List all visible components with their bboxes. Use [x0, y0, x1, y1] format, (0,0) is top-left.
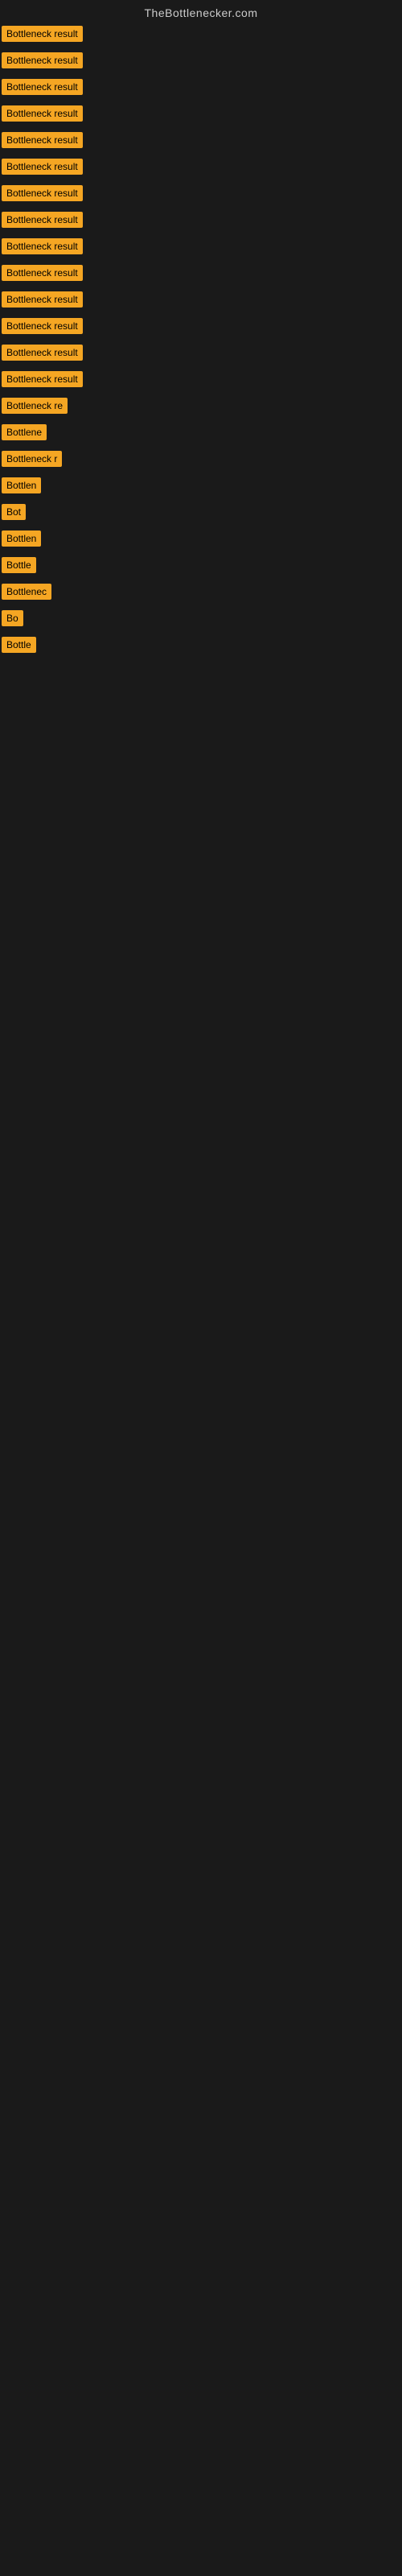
bottleneck-result-label: Bottleneck result	[2, 371, 83, 387]
list-item[interactable]: Bottleneck result	[0, 23, 402, 49]
bottleneck-result-label: Bottlene	[2, 424, 47, 440]
bottleneck-result-label: Bottleneck result	[2, 185, 83, 201]
site-title: TheBottlenecker.com	[144, 6, 257, 19]
bottleneck-result-label: Bottleneck re	[2, 398, 68, 414]
bottleneck-result-label: Bottleneck result	[2, 265, 83, 281]
bottleneck-result-label: Bottleneck result	[2, 159, 83, 175]
site-header: TheBottlenecker.com	[0, 0, 402, 23]
bottleneck-result-label: Bottle	[2, 637, 36, 653]
bottleneck-result-label: Bottleneck result	[2, 291, 83, 308]
bottleneck-result-label: Bottle	[2, 557, 36, 573]
bottleneck-result-label: Bottleneck result	[2, 79, 83, 95]
list-item[interactable]: Bottleneck result	[0, 368, 402, 394]
list-item[interactable]: Bottleneck result	[0, 208, 402, 235]
page-wrapper: TheBottlenecker.com Bottleneck resultBot…	[0, 0, 402, 660]
list-item[interactable]: Bottleneck result	[0, 288, 402, 315]
list-item[interactable]: Bottle	[0, 554, 402, 580]
bottleneck-result-label: Bottleneck r	[2, 451, 62, 467]
list-item[interactable]: Bottleneck result	[0, 341, 402, 368]
bottleneck-result-label: Bottleneck result	[2, 105, 83, 122]
list-item[interactable]: Bo	[0, 607, 402, 634]
list-item[interactable]: Bottlenec	[0, 580, 402, 607]
bottleneck-result-label: Bottleneck result	[2, 52, 83, 68]
bottleneck-result-label: Bottleneck result	[2, 238, 83, 254]
list-item[interactable]: Bottleneck result	[0, 315, 402, 341]
bottleneck-result-label: Bottleneck result	[2, 26, 83, 42]
list-item[interactable]: Bottleneck result	[0, 49, 402, 76]
list-item[interactable]: Bot	[0, 501, 402, 527]
list-item[interactable]: Bottleneck result	[0, 235, 402, 262]
bottleneck-result-label: Bottleneck result	[2, 318, 83, 334]
bottleneck-result-label: Bottleneck result	[2, 212, 83, 228]
list-item[interactable]: Bottleneck result	[0, 182, 402, 208]
list-item[interactable]: Bottleneck result	[0, 155, 402, 182]
list-item[interactable]: Bottlen	[0, 527, 402, 554]
list-item[interactable]: Bottleneck result	[0, 129, 402, 155]
list-item[interactable]: Bottlen	[0, 474, 402, 501]
list-item[interactable]: Bottleneck r	[0, 448, 402, 474]
bottleneck-result-label: Bottleneck result	[2, 345, 83, 361]
list-item[interactable]: Bottleneck result	[0, 262, 402, 288]
bottleneck-result-label: Bo	[2, 610, 23, 626]
bottleneck-result-label: Bottleneck result	[2, 132, 83, 148]
list-item[interactable]: Bottle	[0, 634, 402, 660]
bottleneck-result-label: Bottlen	[2, 530, 41, 547]
list-item[interactable]: Bottleneck result	[0, 76, 402, 102]
list-item[interactable]: Bottleneck result	[0, 102, 402, 129]
items-list: Bottleneck result Bottleneck result Bottle…	[0, 23, 402, 660]
list-item[interactable]: Bottleneck re	[0, 394, 402, 421]
bottleneck-result-label: Bot	[2, 504, 26, 520]
list-item[interactable]: Bottlene	[0, 421, 402, 448]
bottleneck-result-label: Bottlenec	[2, 584, 51, 600]
bottleneck-result-label: Bottlen	[2, 477, 41, 493]
